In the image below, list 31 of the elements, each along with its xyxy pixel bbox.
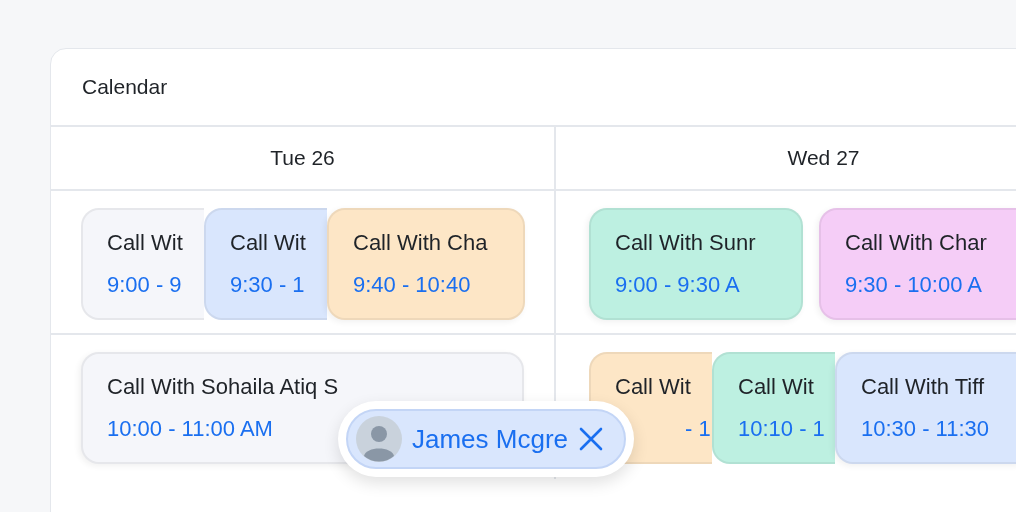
- event-card[interactable]: Call With Char 9:30 - 10:00 A: [819, 208, 1016, 320]
- event-time: 10:30 - 11:30: [861, 416, 990, 442]
- event-time: 10:10 - 1: [738, 416, 825, 442]
- event-title: Call Wit: [107, 230, 183, 256]
- event-time: 10:00 - 11:00 AM: [107, 416, 273, 442]
- event-time: - 1: [685, 416, 711, 442]
- event-time: 9:30 - 1: [230, 272, 305, 298]
- event-title: Call With Sunr: [615, 230, 756, 256]
- event-card[interactable]: Call With Sunr 9:00 - 9:30 A: [589, 208, 803, 320]
- event-title: Call Wit: [615, 374, 691, 400]
- event-time: 9:30 - 10:00 A: [845, 272, 982, 298]
- event-title: Call Wit: [738, 374, 814, 400]
- event-title: Call Wit: [230, 230, 306, 256]
- event-time: 9:40 - 10:40: [353, 272, 471, 298]
- event-title: Call With Sohaila Atiq S: [107, 374, 339, 400]
- event-title: Call With Char: [845, 230, 987, 256]
- event-card[interactable]: Call With Cha 9:40 - 10:40: [327, 208, 525, 320]
- avatar-icon: [356, 416, 402, 462]
- day-header: Tue 26: [51, 127, 556, 191]
- event-title: Call With Tiff: [861, 374, 985, 400]
- person-drag-tooltip[interactable]: James Mcgre: [346, 409, 627, 469]
- event-card[interactable]: Call With Tiff 10:30 - 11:30: [835, 352, 1016, 464]
- event-card[interactable]: Call Wit 9:30 - 1: [204, 208, 327, 320]
- event-card[interactable]: Call Wit 9:00 - 9: [81, 208, 204, 320]
- day-header: Wed 27: [556, 127, 1016, 191]
- event-title: Call With Cha: [353, 230, 488, 256]
- event-card[interactable]: Call Wit 10:10 - 1: [712, 352, 835, 464]
- event-time: 9:00 - 9:30 A: [615, 272, 740, 298]
- event-time: 9:00 - 9: [107, 272, 182, 298]
- close-icon[interactable]: [578, 426, 605, 452]
- panel-title: Calendar: [51, 49, 1016, 127]
